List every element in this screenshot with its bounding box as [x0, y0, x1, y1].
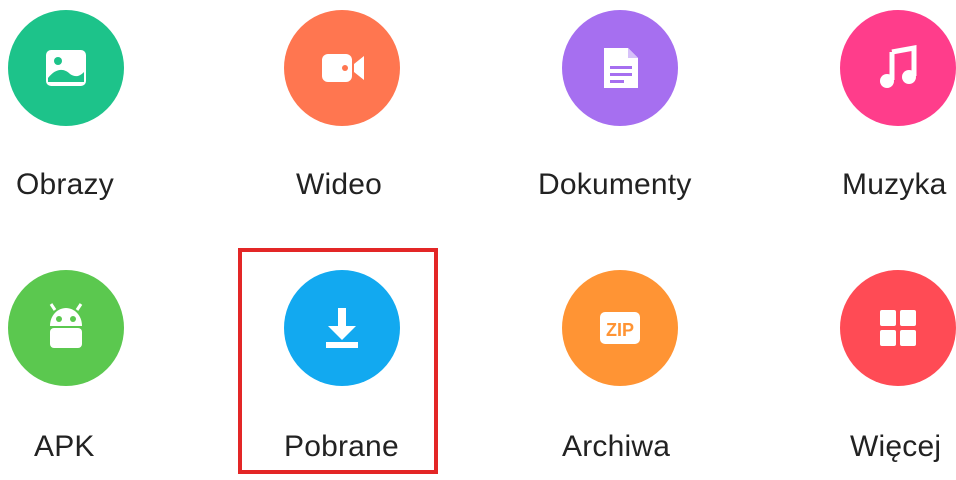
- category-tile-video[interactable]: Wideo: [242, 0, 442, 220]
- category-label-music: Muzyka: [842, 168, 947, 201]
- category-tile-more[interactable]: Więcej: [800, 260, 956, 480]
- category-tile-apk[interactable]: APK: [0, 260, 200, 480]
- more-icon-circle: [840, 270, 956, 386]
- music-note-icon: [880, 45, 917, 88]
- category-tile-documents[interactable]: Dokumenty: [520, 0, 720, 220]
- video-camera-icon: [322, 54, 364, 82]
- android-icon: [49, 303, 83, 348]
- category-label-more: Więcej: [850, 430, 942, 463]
- category-label-archives: Archiwa: [562, 430, 671, 463]
- music-icon-circle: [840, 10, 956, 126]
- category-label-documents: Dokumenty: [538, 168, 692, 201]
- apk-icon-circle: [8, 270, 124, 386]
- category-label-video: Wideo: [296, 168, 383, 201]
- category-tile-images[interactable]: Obrazy: [0, 0, 200, 220]
- images-icon-circle: [8, 10, 124, 126]
- category-label-images: Obrazy: [16, 168, 114, 201]
- video-icon-circle: [284, 10, 400, 126]
- selection-highlight: [238, 248, 438, 474]
- documents-icon-circle: [562, 10, 678, 126]
- category-tile-music[interactable]: Muzyka: [800, 0, 956, 220]
- grid-icon: [880, 310, 916, 346]
- category-tile-archives[interactable]: ZIP Archiwa: [520, 260, 720, 480]
- zip-archive-icon: ZIP: [600, 312, 640, 344]
- svg-text:ZIP: ZIP: [606, 320, 634, 340]
- document-icon: [604, 48, 638, 88]
- archives-icon-circle: ZIP: [562, 270, 678, 386]
- image-icon: [46, 50, 86, 86]
- category-label-apk: APK: [34, 430, 95, 463]
